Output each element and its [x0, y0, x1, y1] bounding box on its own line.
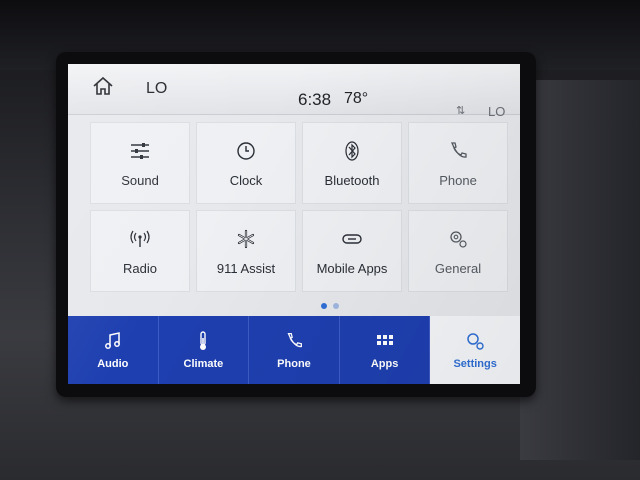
antenna-icon	[130, 230, 150, 247]
tile-label: 911 Assist	[216, 260, 276, 276]
tile-clock[interactable]: Clock	[196, 122, 296, 204]
page-indicator	[318, 296, 342, 314]
nav-label: Climate	[183, 358, 224, 370]
infotainment-screen: LO 6:38 78° ⇅ LO Sound Clock Bluetooth P…	[68, 64, 520, 384]
apps-grid-icon	[376, 335, 393, 345]
outside-temperature: 78°	[344, 90, 369, 107]
nav-label: Apps	[370, 358, 399, 370]
tile-911-assist[interactable]: 911 Assist	[196, 210, 296, 292]
tile-label: Mobile Apps	[316, 260, 388, 276]
clock-time: 6:38	[298, 90, 332, 109]
settings-grid: Sound Clock Bluetooth Phone Radio 911 As…	[90, 122, 510, 300]
sliders-icon	[131, 142, 149, 159]
phone-icon	[287, 333, 302, 348]
source-indicator-right: LO	[488, 104, 506, 119]
bottom-nav-bar: Audio Climate Phone Apps Settings	[68, 316, 520, 384]
nav-phone[interactable]: Phone	[249, 316, 340, 384]
nav-audio[interactable]: Audio	[68, 316, 159, 384]
tile-label: Phone	[439, 172, 477, 188]
clock-icon	[237, 141, 255, 160]
page-dot-2[interactable]	[333, 303, 339, 309]
music-note-icon	[104, 332, 120, 349]
gears-icon	[450, 230, 467, 248]
nav-label: Phone	[277, 358, 311, 370]
nav-apps[interactable]: Apps	[340, 316, 431, 384]
tile-bluetooth[interactable]: Bluetooth	[302, 122, 402, 204]
emergency-star-icon	[237, 229, 255, 248]
tile-label: Sound	[121, 172, 159, 188]
source-indicator-left: LO	[146, 80, 168, 97]
tile-label: Bluetooth	[324, 172, 380, 188]
tile-mobile-apps[interactable]: Mobile Apps	[302, 210, 402, 292]
page-dot-1[interactable]	[321, 303, 327, 309]
phone-icon	[451, 141, 467, 158]
nav-label: Audio	[97, 358, 129, 370]
tile-sound[interactable]: Sound	[90, 122, 190, 204]
settings-gears-icon	[467, 333, 484, 350]
nav-label: Settings	[453, 358, 497, 370]
tile-radio[interactable]: Radio	[90, 210, 190, 292]
dashboard-right-panel	[520, 80, 640, 460]
tile-phone[interactable]: Phone	[408, 122, 508, 204]
tile-label: General	[434, 260, 482, 276]
nav-settings[interactable]: Settings	[430, 316, 520, 384]
link-icon	[342, 233, 362, 244]
status-bar: LO 6:38 78° ⇅ LO	[68, 64, 520, 119]
nav-climate[interactable]: Climate	[159, 316, 250, 384]
tile-general[interactable]: General	[408, 210, 508, 292]
home-icon[interactable]	[92, 76, 114, 96]
thermometer-icon	[200, 331, 207, 350]
bluetooth-icon	[345, 140, 359, 161]
tile-label: Radio	[123, 260, 157, 276]
tile-label: Clock	[229, 172, 263, 188]
signal-arrows-icon: ⇅	[456, 105, 466, 117]
